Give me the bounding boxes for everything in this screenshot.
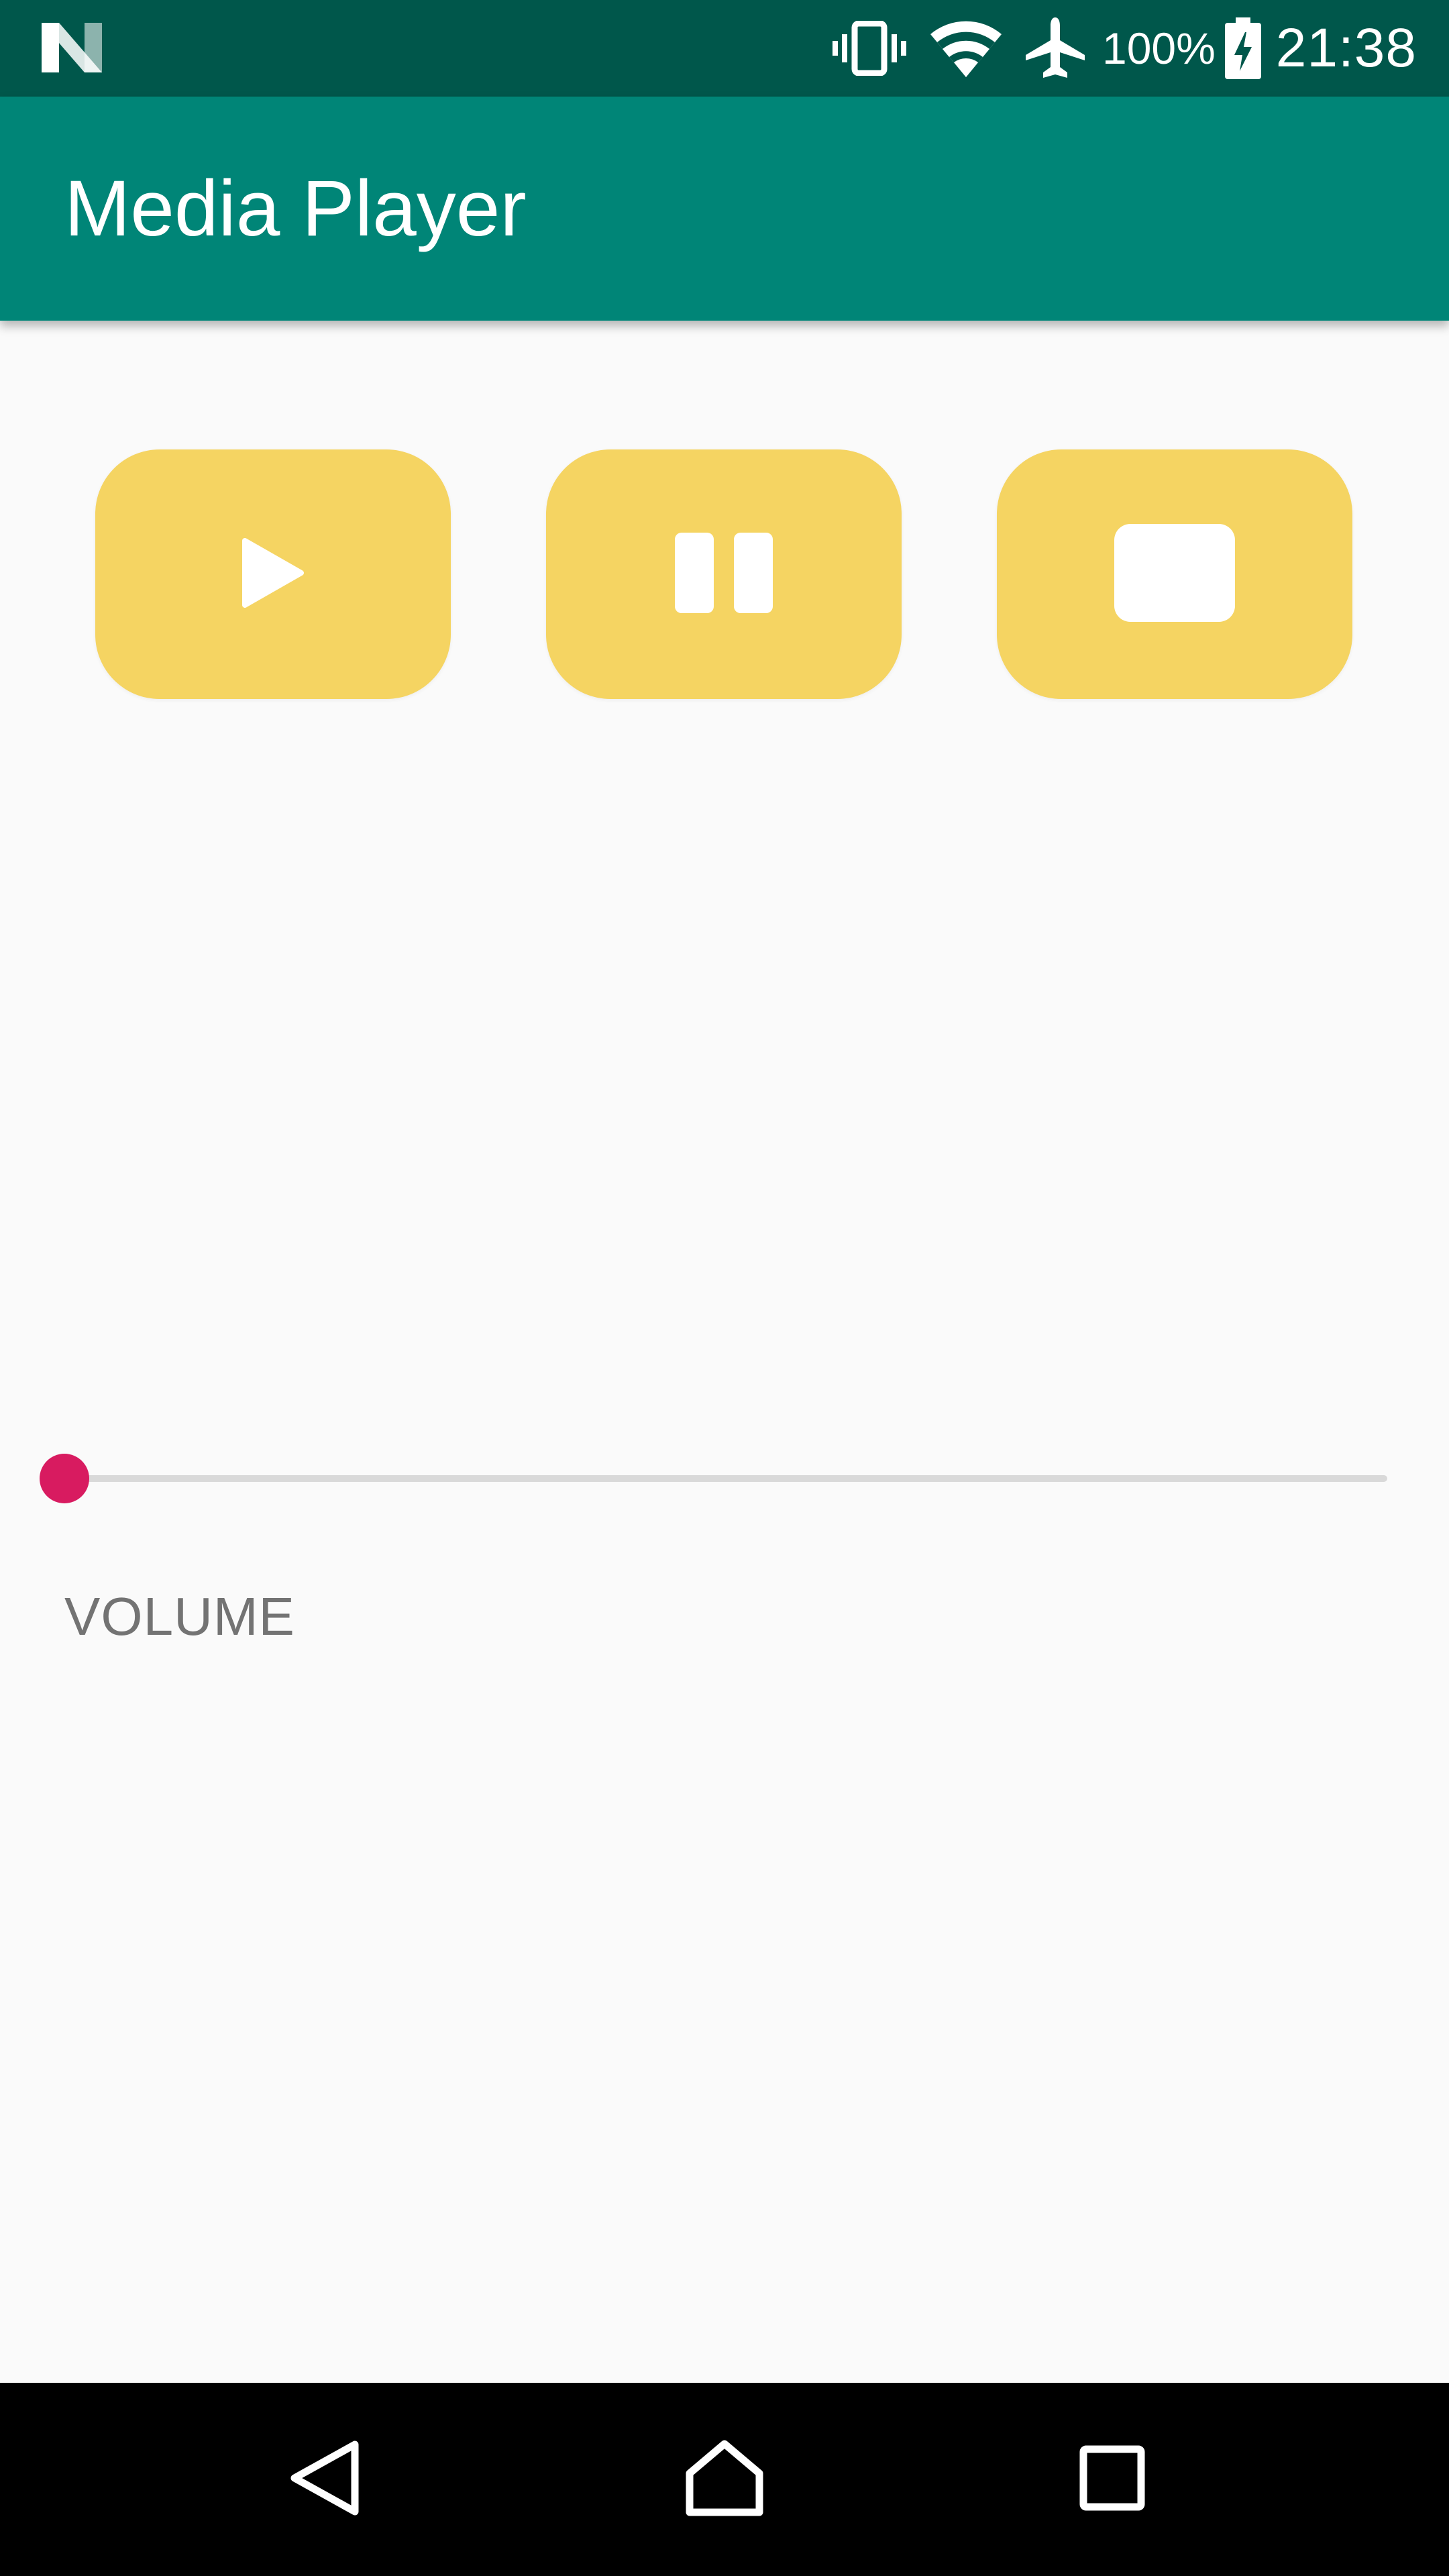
back-button[interactable] xyxy=(237,2383,412,2576)
volume-slider-thumb[interactable] xyxy=(40,1454,89,1503)
play-button[interactable] xyxy=(95,449,451,699)
stop-icon xyxy=(1113,523,1236,627)
back-icon xyxy=(288,2439,362,2520)
clock: 21:38 xyxy=(1275,17,1417,78)
app-title: Media Player xyxy=(64,164,527,253)
volume-label: VOLUME xyxy=(64,1587,295,1646)
pause-icon xyxy=(674,531,774,618)
home-icon xyxy=(684,2438,765,2521)
battery-charging-icon xyxy=(1224,17,1261,79)
navigation-bar xyxy=(0,2383,1449,2576)
wifi-icon xyxy=(929,18,1003,78)
vibrate-icon xyxy=(832,21,906,76)
pause-button[interactable] xyxy=(546,449,902,699)
home-button[interactable] xyxy=(637,2383,812,2576)
n-logo-icon xyxy=(42,23,102,72)
stop-button[interactable] xyxy=(997,449,1352,699)
play-icon xyxy=(241,537,305,611)
recents-button[interactable] xyxy=(1025,2383,1199,2576)
volume-slider-track[interactable] xyxy=(64,1475,1387,1482)
airplane-icon xyxy=(1025,17,1085,79)
status-bar: 100% 21:38 xyxy=(0,0,1449,97)
app-bar: Media Player xyxy=(0,97,1449,321)
recents-icon xyxy=(1079,2445,1145,2514)
volume-slider[interactable] xyxy=(39,1446,1387,1508)
status-icons: 100% 21:38 xyxy=(810,0,1417,97)
battery-percent: 100% xyxy=(1102,23,1216,73)
